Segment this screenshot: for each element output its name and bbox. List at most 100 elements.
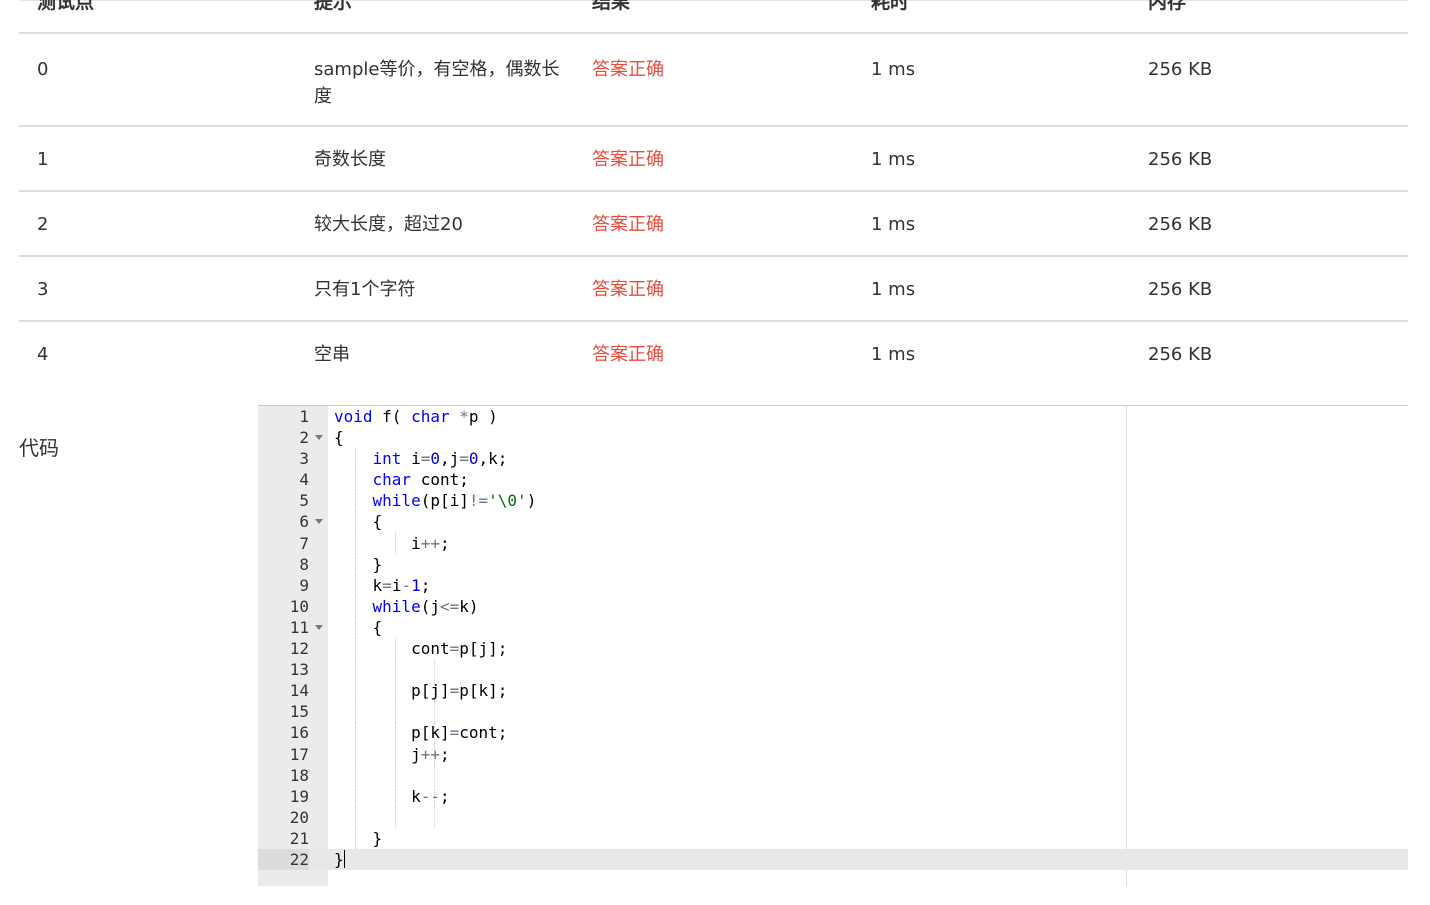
- header-hint: 提示: [314, 0, 353, 13]
- text-cursor: [343, 849, 345, 868]
- test-hint: 较大长度，超过20: [314, 214, 463, 235]
- test-point-id: 0: [37, 59, 49, 80]
- indent-guide: [355, 659, 356, 681]
- line-number: 12: [289, 639, 309, 659]
- code-line[interactable]: 15: [258, 701, 1408, 723]
- code-text: while(j<=k): [372, 596, 479, 616]
- test-time: 1 ms: [871, 344, 916, 365]
- test-memory: 256 KB: [1148, 214, 1213, 235]
- code-text: p[j]=p[k];: [334, 681, 508, 701]
- table-row: 2 较大长度，超过20 答案正确 1 ms 256 KB: [19, 192, 1408, 257]
- line-number: 19: [289, 786, 309, 806]
- code-text: k=i-1;: [334, 575, 431, 595]
- table-row: 1 奇数长度 答案正确 1 ms 256 KB: [19, 127, 1408, 192]
- test-hint: sample等价，有空格，偶数长度: [314, 59, 560, 107]
- test-result: 答案正确: [592, 149, 664, 170]
- indent-guide: [394, 806, 396, 828]
- code-text: }: [334, 554, 383, 574]
- line-number: 5: [299, 491, 309, 511]
- fold-toggle-icon[interactable]: [315, 519, 323, 525]
- code-line[interactable]: 19 k--;: [258, 785, 1408, 807]
- test-memory: 256 KB: [1148, 59, 1213, 80]
- code-line[interactable]: 21 }: [258, 827, 1408, 849]
- code-line[interactable]: 20: [258, 806, 1408, 828]
- code-text: char cont;: [372, 470, 469, 490]
- header-result: 结果: [592, 0, 631, 13]
- test-hint: 空串: [314, 344, 350, 365]
- test-point-id: 2: [37, 214, 49, 235]
- table-row: 3 只有1个字符 答案正确 1 ms 256 KB: [19, 257, 1408, 322]
- line-number: 2: [299, 428, 309, 448]
- test-time: 1 ms: [871, 214, 916, 235]
- code-editor[interactable]: 1 void f( char *p ) 2{3 int i=0,j=0,k; 4 ch…: [258, 405, 1408, 886]
- code-line[interactable]: 14 p[j]=p[k];: [258, 680, 1408, 702]
- code-text: {: [334, 512, 383, 532]
- line-number: 3: [299, 449, 309, 469]
- code-line[interactable]: 12 cont=p[j];: [258, 638, 1408, 660]
- header-time: 耗时: [871, 0, 910, 13]
- code-line[interactable]: 5 while(p[i]!='\0'): [258, 490, 1408, 512]
- fold-toggle-icon[interactable]: [315, 624, 323, 630]
- code-text: while(p[i]!='\0'): [372, 491, 537, 511]
- code-text: int i=0,j=0,k;: [372, 449, 508, 469]
- indent-guide: [394, 764, 396, 786]
- code-line[interactable]: 9 k=i-1;: [258, 574, 1408, 596]
- code-line[interactable]: 22}: [258, 848, 1408, 871]
- indent-guide: [355, 701, 356, 723]
- code-text: j++;: [334, 744, 450, 764]
- code-line[interactable]: 17 j++;: [258, 743, 1408, 765]
- test-point-id: 3: [37, 279, 49, 300]
- code-text: i++;: [334, 533, 450, 553]
- indent-guide: [355, 764, 356, 786]
- line-number: 4: [299, 470, 309, 490]
- test-time: 1 ms: [871, 279, 916, 300]
- code-line[interactable]: 7 i++;: [258, 532, 1408, 554]
- indent-guide: [434, 659, 436, 681]
- code-lines[interactable]: 1 void f( char *p ) 2{3 int i=0,j=0,k; 4 ch…: [258, 406, 1408, 871]
- submission-detail-page: 测试点 提示 结果 耗时 内存 0 sample等价，有空格，偶数长度 答案正确…: [0, 0, 1430, 905]
- code-line[interactable]: 4 char cont;: [258, 469, 1408, 491]
- table-row: 0 sample等价，有空格，偶数长度 答案正确 1 ms 256 KB: [19, 34, 1408, 127]
- indent-guide: [434, 764, 436, 786]
- code-line[interactable]: 1 void f( char *p ): [258, 406, 1408, 427]
- test-result: 答案正确: [592, 279, 664, 300]
- code-text: k--;: [334, 786, 450, 806]
- code-line[interactable]: 6 {: [258, 511, 1408, 533]
- line-number: 16: [289, 723, 309, 743]
- line-number: 20: [289, 807, 309, 827]
- test-memory: 256 KB: [1148, 149, 1213, 170]
- test-memory: 256 KB: [1148, 344, 1213, 365]
- code-line[interactable]: 18: [258, 764, 1408, 786]
- fold-toggle-icon[interactable]: [315, 435, 323, 441]
- test-point-id: 4: [37, 344, 49, 365]
- test-result: 答案正确: [592, 214, 664, 235]
- code-text: {: [334, 617, 383, 637]
- header-memory: 内存: [1148, 0, 1187, 13]
- line-number: 13: [289, 660, 309, 680]
- indent-guide: [434, 806, 436, 828]
- line-number: 7: [299, 533, 309, 553]
- test-time: 1 ms: [871, 59, 916, 80]
- test-hint: 奇数长度: [314, 149, 386, 170]
- code-line[interactable]: 16 p[k]=cont;: [258, 722, 1408, 744]
- line-number: 11: [289, 617, 309, 637]
- line-number: 18: [289, 765, 309, 785]
- code-line[interactable]: 3 int i=0,j=0,k;: [258, 448, 1408, 470]
- code-line[interactable]: 8 }: [258, 553, 1408, 575]
- line-number: 14: [289, 681, 309, 701]
- indent-guide: [355, 806, 356, 828]
- line-number: 22: [258, 848, 309, 871]
- test-point-id: 1: [37, 149, 49, 170]
- table-row: 4 空串 答案正确 1 ms 256 KB: [19, 322, 1408, 385]
- code-line[interactable]: 11 {: [258, 616, 1408, 639]
- test-result: 答案正确: [592, 344, 664, 365]
- line-number: 8: [299, 554, 309, 574]
- indent-guide: [434, 701, 436, 723]
- code-line[interactable]: 13: [258, 659, 1408, 681]
- indent-guide: [394, 659, 396, 681]
- line-number: 17: [289, 744, 309, 764]
- code-line[interactable]: 2{: [258, 427, 1408, 448]
- test-results-table: 测试点 提示 结果 耗时 内存 0 sample等价，有空格，偶数长度 答案正确…: [19, 0, 1408, 385]
- code-line[interactable]: 10 while(j<=k): [258, 595, 1408, 617]
- test-result: 答案正确: [592, 59, 664, 80]
